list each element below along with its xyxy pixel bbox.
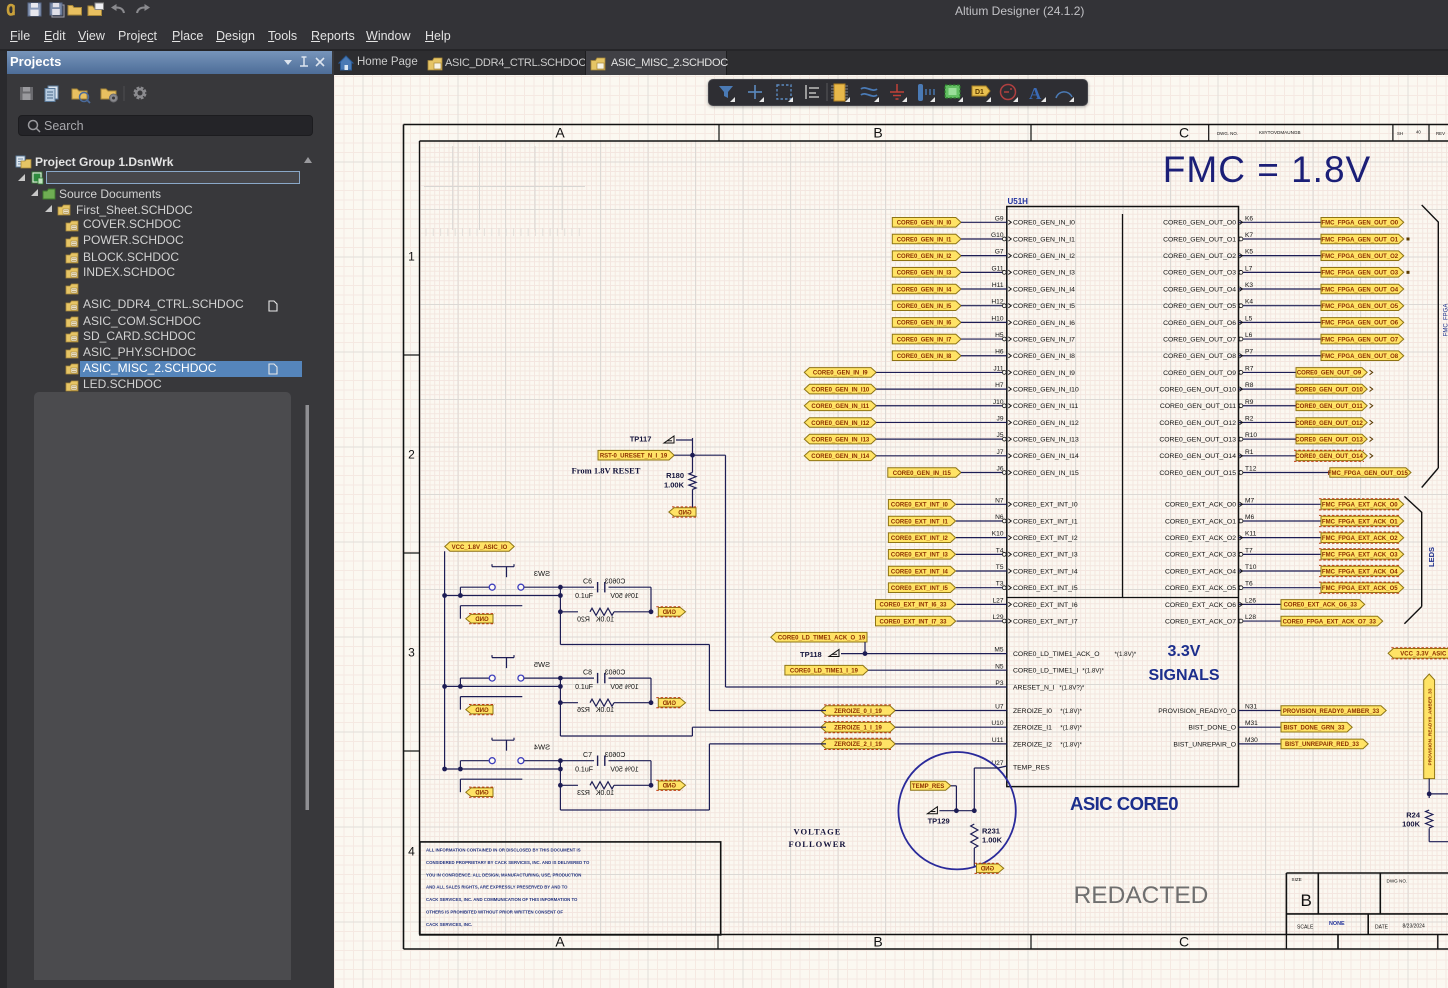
svg-text:A: A (1029, 84, 1042, 103)
svg-text:D1: D1 (975, 89, 984, 96)
